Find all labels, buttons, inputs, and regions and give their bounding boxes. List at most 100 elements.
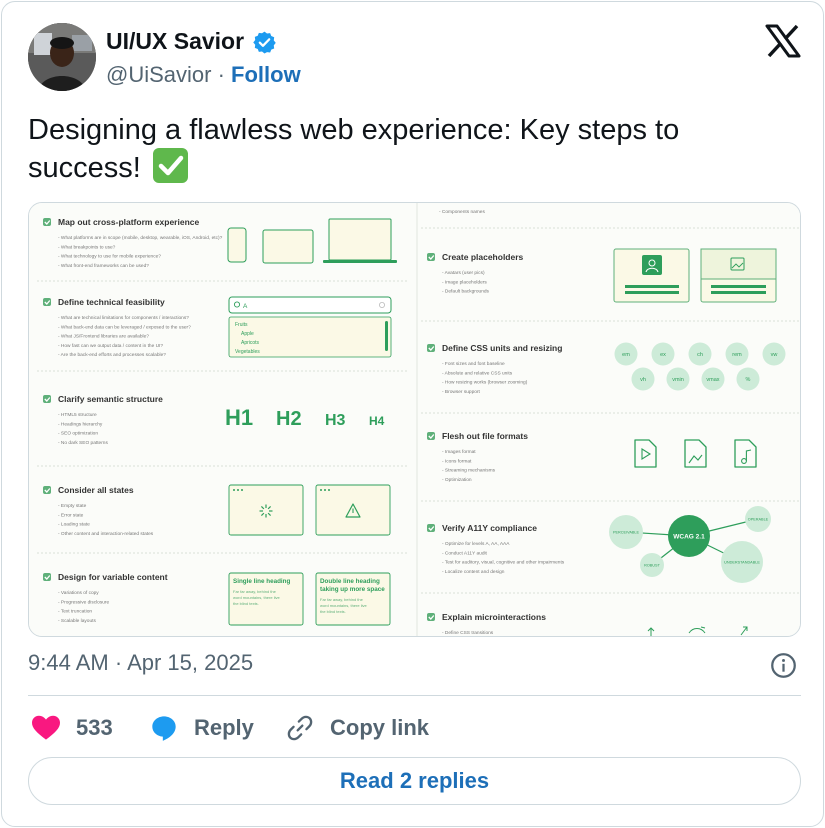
- css-unit-label-row2-3: %: [746, 377, 751, 383]
- left-section-item-1-1: - What back-end data can be leveraged / …: [58, 324, 191, 330]
- avatar-placeholder-box: [642, 255, 662, 275]
- variable-card-body-1-1: word mountains, there live: [320, 603, 367, 608]
- right-section-title-3: Verify A11Y compliance: [442, 523, 537, 533]
- right-section-item-3-1: - Conduct A11Y audit: [442, 550, 488, 556]
- right-section-item-3-3: - Localize content and design: [442, 569, 505, 575]
- left-section-item-4-2: - Text truncation: [58, 609, 92, 615]
- copy-link-button[interactable]: Copy link: [286, 708, 429, 748]
- dropdown-option-2: Apricots: [241, 340, 260, 346]
- left-section-item-0-1: - What breakpoints to use?: [58, 244, 116, 250]
- right-section-item-0-1: - Image placeholders: [442, 279, 487, 285]
- separator-dot: ·: [217, 62, 225, 87]
- state-card-loading: [228, 484, 304, 536]
- laptop-screen: [328, 218, 392, 261]
- like-button[interactable]: 533: [32, 708, 113, 748]
- right-section-title-0: Create placeholders: [442, 252, 524, 262]
- left-section-item-4-0: - Variations of copy: [58, 590, 99, 596]
- dropdown-scrollbar: [385, 321, 388, 351]
- a11y-node-label-2: ROBUST: [644, 564, 661, 568]
- author-handle-row: @UiSavior · Follow: [106, 62, 301, 88]
- right-top-item: - Components names: [439, 209, 485, 215]
- left-section-item-1-2: - What JS/Frontend libraries are availab…: [58, 334, 149, 340]
- tweet-card: UI/UX Savior @UiSavior · Follow Designin…: [1, 1, 824, 827]
- heading-sample-0: H1: [225, 405, 253, 430]
- right-section-item-1-0: - Font sizes and font baseline: [442, 361, 505, 367]
- infographic-image: Map out cross-platform experience - What …: [29, 203, 800, 636]
- variable-card-body-0-2: the blind texts.: [233, 601, 259, 606]
- right-check-box-0: [427, 253, 435, 261]
- tweet-timestamp[interactable]: 9:44 AM · Apr 15, 2025: [28, 650, 253, 676]
- tweet-date: Apr 15, 2025: [127, 650, 254, 675]
- image-placeholder-area: [700, 248, 777, 280]
- a11y-node-label-1: OPERABLE: [748, 518, 769, 522]
- variable-card-body-1-0: Far far away, behind the: [320, 597, 364, 602]
- tweet-actions: 533 Reply Copy link: [28, 708, 801, 748]
- right-section-title-2: Flesh out file formats: [442, 431, 528, 441]
- follow-button[interactable]: Follow: [231, 62, 301, 87]
- left-section-item-4-3: - Scalable layouts: [58, 618, 96, 624]
- heading-sample-2: H3: [325, 412, 346, 429]
- tweet-text-body: Designing a flawless web experience: Key…: [28, 114, 680, 184]
- avatar[interactable]: [28, 23, 96, 91]
- left-section-item-0-0: - What platforms are in scope (mobile, d…: [58, 235, 223, 241]
- left-section-item-3-3: - Other content and interaction-related …: [58, 531, 154, 537]
- a11y-node-label-3: UNDERSTANDABLE: [724, 561, 760, 565]
- phone-device: [227, 227, 247, 263]
- check-mark-emoji-icon: [152, 148, 188, 183]
- right-section-item-0-2: - Default backgrounds: [442, 289, 490, 295]
- left-section-item-1-3: - How fast can we output data / content …: [58, 343, 163, 349]
- left-section-item-1-0: - What are technical limitations for com…: [58, 315, 189, 321]
- placeholder-line-0: [625, 285, 679, 288]
- dropdown-option-1: Apple: [241, 331, 254, 337]
- css-unit-label-2: ch: [697, 352, 703, 358]
- read-replies-button[interactable]: Read 2 replies: [28, 757, 801, 805]
- heading-sample-3: H4: [369, 414, 385, 428]
- state-card-dot-loading-0: [233, 489, 235, 491]
- tweet-media-infographic[interactable]: Map out cross-platform experience - What …: [28, 202, 801, 637]
- variable-card-body-0-1: word mountains, there live: [233, 595, 280, 600]
- reply-button[interactable]: Reply: [150, 708, 254, 748]
- left-check-box-3: [43, 486, 51, 494]
- placeholder-line-2: [711, 285, 766, 288]
- author-handle[interactable]: @UiSavior: [106, 62, 211, 87]
- author-name[interactable]: UI/UX Savior: [106, 28, 244, 55]
- right-section-item-0-0: - Avatars (user pics): [442, 270, 485, 276]
- info-icon[interactable]: [770, 652, 797, 679]
- left-section-item-4-1: - Progressive disclosure: [58, 599, 110, 605]
- state-card-dot-error-2: [328, 489, 330, 491]
- left-section-title-3: Consider all states: [58, 485, 134, 495]
- css-unit-label-1: ex: [660, 352, 666, 358]
- like-count: 533: [76, 715, 113, 740]
- variable-card-title-0-0: Single line heading: [233, 578, 291, 585]
- left-section-item-3-0: - Empty state: [58, 503, 87, 509]
- link-icon: [287, 715, 313, 741]
- left-section-title-1: Define technical feasibility: [58, 297, 165, 307]
- tablet-device: [262, 229, 314, 264]
- x-logo-icon[interactable]: [765, 24, 801, 58]
- placeholder-line-1: [625, 291, 679, 294]
- right-section-item-1-3: - Browser support: [442, 389, 481, 395]
- left-section-item-2-2: - SEO optimization: [58, 431, 98, 437]
- css-unit-label-0: em: [622, 352, 630, 358]
- right-section-item-3-2: - Test for auditory, visual, cognitive a…: [442, 560, 565, 566]
- right-section-title-1: Define CSS units and resizing: [442, 343, 562, 353]
- css-unit-label-row2-1: vmin: [672, 377, 684, 383]
- left-check-box-4: [43, 573, 51, 581]
- state-card-dot-error-0: [320, 489, 322, 491]
- state-card-dot-error-1: [324, 489, 326, 491]
- a11y-node-label-0: PERCEIVABLE: [613, 531, 640, 535]
- left-section-title-0: Map out cross-platform experience: [58, 217, 200, 227]
- left-section-item-1-4: - Are the back-end efforts and processes…: [58, 352, 166, 358]
- right-section-item-1-1: - Absolute and relative CSS units: [442, 370, 513, 376]
- state-card-dot-loading-1: [237, 489, 239, 491]
- right-section-item-3-0: - Optimize for levels A, AA, AAA: [442, 541, 510, 547]
- reply-label: Reply: [194, 715, 254, 740]
- css-unit-label-row2-0: vh: [640, 377, 646, 383]
- heart-icon: [32, 715, 60, 740]
- right-section-item-2-2: - Streaming mechanisms: [442, 468, 496, 474]
- left-section-title-4: Design for variable content: [58, 572, 168, 582]
- left-section-item-3-2: - Loading state: [58, 522, 90, 528]
- avatar-image: [28, 23, 96, 91]
- right-check-box-4: [427, 613, 435, 621]
- css-unit-label-row2-2: vmax: [706, 377, 719, 383]
